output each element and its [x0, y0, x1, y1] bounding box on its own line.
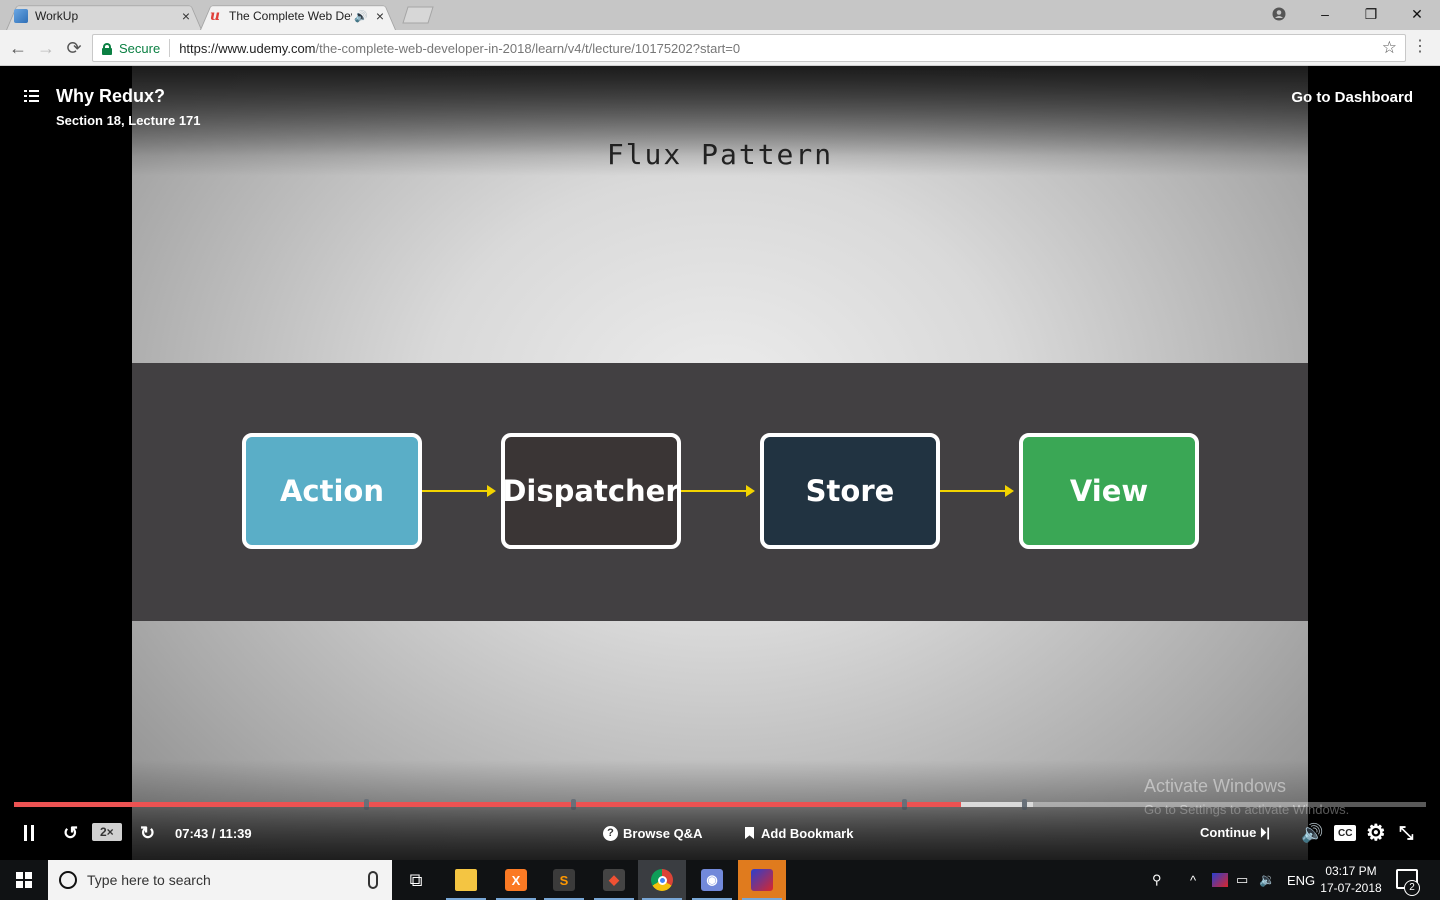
people-icon[interactable]: ⚲ [1152, 860, 1162, 900]
udemy-favicon-icon: u [209, 8, 221, 24]
windows-logo-icon [16, 872, 32, 888]
cortana-icon [59, 871, 77, 889]
flow-box-dispatcher: Dispatcher [501, 433, 681, 549]
tab-audio-icon[interactable]: 🔊 [354, 10, 368, 23]
browser-toolbar: ← → ⟳ Secure https://www.udemy.com/the-c… [0, 30, 1440, 66]
start-button[interactable] [0, 860, 48, 900]
search-placeholder: Type here to search [87, 872, 211, 888]
bookmark-icon [745, 827, 754, 839]
reload-button[interactable]: ⟳ [62, 36, 86, 60]
address-bar[interactable]: Secure https://www.udemy.com/the-complet… [92, 34, 1406, 62]
flow-box-view: View [1019, 433, 1199, 549]
browser-menu-icon[interactable]: ⋮ [1412, 37, 1428, 57]
browse-qa-label: Browse Q&A [623, 825, 703, 841]
volume-icon[interactable]: 🔊 [1301, 821, 1323, 845]
add-bookmark-button[interactable]: Add Bookmark [745, 821, 853, 845]
workup-favicon-icon [14, 9, 28, 23]
add-bookmark-label: Add Bookmark [761, 825, 854, 841]
omnibox-separator [169, 39, 171, 57]
microphone-icon[interactable] [368, 871, 378, 889]
back-button[interactable]: ← [6, 36, 30, 60]
maximize-button[interactable]: ❐ [1348, 0, 1394, 28]
sublime-text-icon[interactable]: S [540, 860, 588, 900]
lecture-slide: Flux Pattern Action Dispatcher Store Vie… [132, 66, 1308, 860]
discord-icon[interactable]: ◉ [688, 860, 736, 900]
flow-diagram: Action Dispatcher Store View [132, 363, 1308, 621]
file-explorer-icon[interactable] [442, 860, 490, 900]
tab-title: WorkUp [35, 9, 79, 23]
continue-button[interactable]: Continue ⏵| [1200, 821, 1270, 845]
rewind-icon[interactable]: ↺ [63, 821, 78, 845]
minimize-button[interactable]: – [1302, 0, 1348, 28]
bookmark-star-icon[interactable]: ☆ [1382, 38, 1397, 58]
playback-speed-button[interactable]: 2× [92, 823, 122, 841]
task-view-icon[interactable]: ⧉ [392, 860, 440, 900]
question-icon: ? [603, 825, 618, 841]
xampp-icon[interactable]: X [492, 860, 540, 900]
url-host: https://www.udemy.com [179, 40, 316, 56]
misc-app-glyph [751, 869, 773, 891]
flow-box-store: Store [760, 433, 940, 549]
taskbar-clock[interactable]: 03:17 PM 17-07-2018 [1318, 863, 1384, 897]
player-header: Why Redux? Section 18, Lecture 171 Go to… [14, 66, 1426, 156]
flow-arrow [422, 485, 496, 497]
player-controls: ↺ 2× ↻ 07:43 / 11:39 ? Browse Q&A Add Bo… [14, 807, 1426, 860]
chrome-icon[interactable] [638, 860, 686, 900]
secure-label: Secure [119, 40, 161, 56]
task-view-glyph: ⧉ [409, 869, 423, 890]
forward-button[interactable]: → [34, 36, 58, 60]
windows-taskbar: Type here to search ⧉ X S ◆ ◉ ⚲ ^ ▭ 🔉 EN… [0, 860, 1440, 900]
lecture-subtitle: Section 18, Lecture 171 [56, 113, 201, 128]
browser-tab-udemy[interactable]: u The Complete Web Developer in 2018 🔊 × [200, 2, 396, 30]
video-player: Flux Pattern Action Dispatcher Store Vie… [0, 66, 1440, 860]
git-glyph: ◆ [603, 869, 625, 891]
new-tab-button[interactable] [402, 6, 434, 24]
taskbar-search[interactable]: Type here to search [48, 860, 392, 900]
lecture-list-icon[interactable] [24, 88, 40, 104]
xampp-glyph: X [505, 869, 527, 891]
chrome-glyph [651, 869, 673, 891]
tab-close-icon[interactable]: × [178, 8, 194, 24]
clock-date: 17-07-2018 [1320, 881, 1382, 895]
sublime-glyph: S [553, 869, 575, 891]
activation-watermark: Activate Windows [1144, 776, 1287, 796]
browser-tab-workup[interactable]: WorkUp × [6, 2, 202, 30]
pause-button[interactable] [24, 821, 38, 845]
tab-strip: WorkUp × u The Complete Web Developer in… [0, 0, 1440, 30]
settings-gear-icon[interactable]: ⚙ [1366, 820, 1386, 845]
network-icon[interactable]: ▭ [1236, 860, 1248, 900]
misc-app-icon[interactable] [738, 860, 786, 900]
lock-icon [102, 42, 112, 55]
video-area[interactable]: Flux Pattern Action Dispatcher Store Vie… [14, 66, 1426, 860]
discord-glyph: ◉ [701, 869, 723, 891]
url-path: /the-complete-web-developer-in-2018/lear… [315, 40, 741, 56]
fullscreen-icon[interactable]: ⤡ [1399, 821, 1413, 845]
captions-icon[interactable]: CC [1334, 825, 1357, 841]
lecture-title: Why Redux? [56, 86, 166, 106]
flow-arrow [940, 485, 1014, 497]
close-window-button[interactable]: ✕ [1394, 0, 1440, 28]
tab-close-icon[interactable]: × [372, 8, 388, 24]
profile-icon[interactable] [1256, 0, 1302, 28]
folder-icon [455, 869, 477, 891]
git-icon[interactable]: ◆ [590, 860, 638, 900]
time-display: 07:43 / 11:39 [175, 825, 252, 841]
forward-icon[interactable]: ↻ [140, 821, 155, 845]
go-to-dashboard-link[interactable]: Go to Dashboard [1291, 89, 1413, 106]
volume-tray-icon[interactable]: 🔉 [1259, 860, 1275, 900]
clock-time: 03:17 PM [1325, 864, 1377, 878]
language-indicator[interactable]: ENG [1287, 860, 1315, 900]
browse-qa-button[interactable]: ? Browse Q&A [603, 821, 702, 845]
tab-title: The Complete Web Developer in 2018 [229, 9, 352, 23]
flow-box-action: Action [242, 433, 422, 549]
tray-app-icon[interactable] [1212, 860, 1228, 900]
notification-count-badge: 2 [1404, 880, 1420, 896]
flow-arrow [681, 485, 755, 497]
tray-chevron-icon[interactable]: ^ [1190, 860, 1196, 900]
